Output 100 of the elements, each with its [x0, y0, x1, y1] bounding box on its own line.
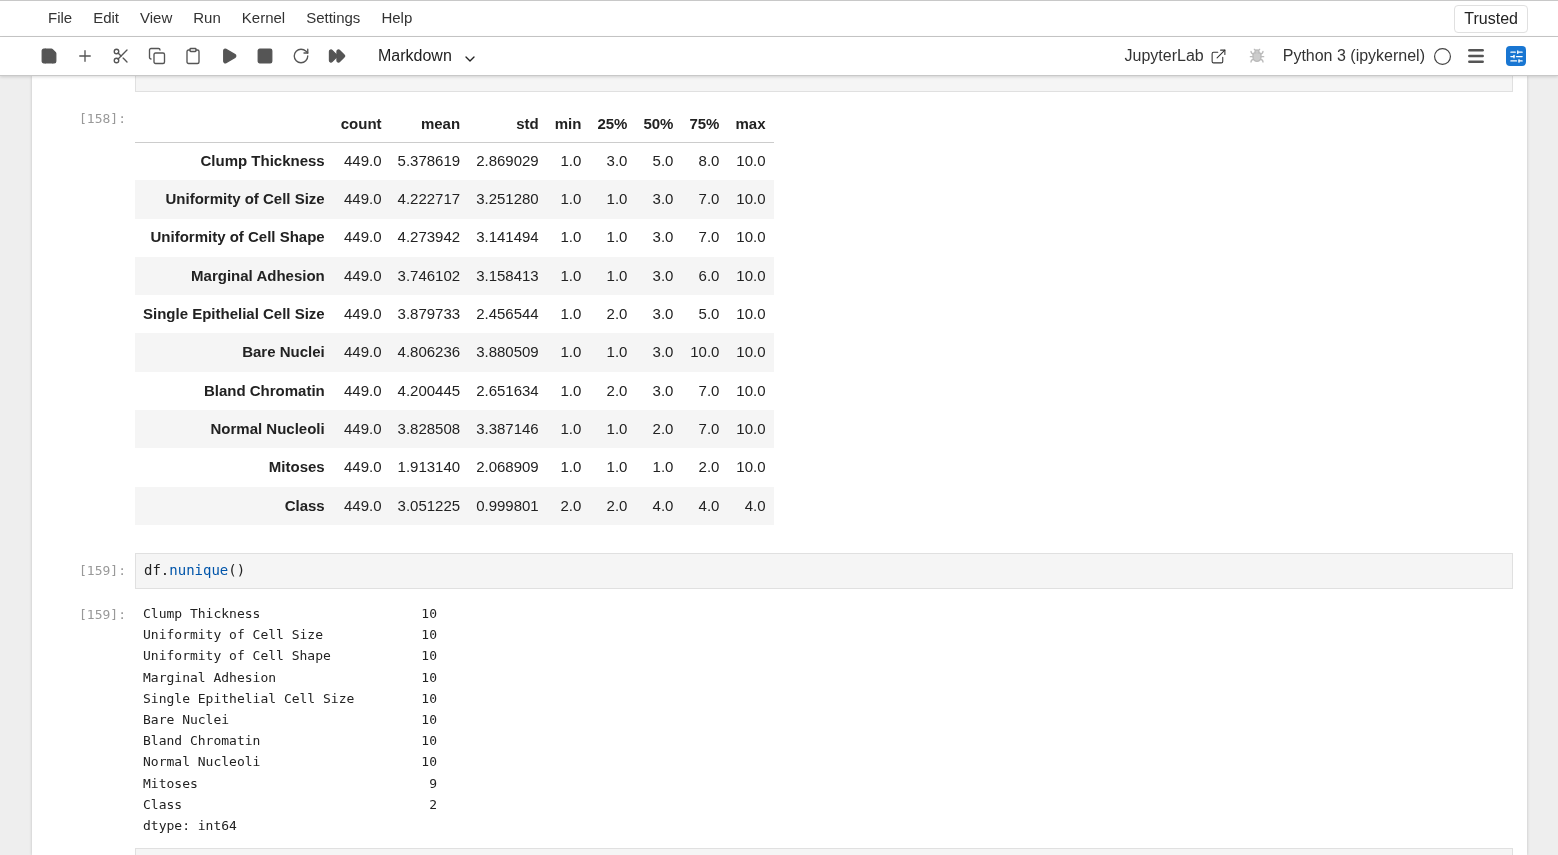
output-text: 10: [420, 711, 437, 729]
table-cell: 449.0: [332, 410, 390, 449]
table-cell: 2.0: [589, 371, 636, 411]
menu-item[interactable]: View: [140, 7, 173, 30]
table-cell: 3.0: [635, 333, 682, 372]
table-cell: 3.0: [635, 295, 682, 334]
table-cell: 7.0: [681, 218, 728, 257]
fast-forward-icon[interactable]: [328, 47, 346, 65]
menu-item[interactable]: File: [48, 7, 73, 30]
output-text: 10: [420, 689, 437, 708]
table-cell: 2.068909: [468, 448, 547, 487]
table-cell: 1.0: [546, 295, 590, 334]
menu-item[interactable]: Settings: [306, 7, 361, 30]
table-cell: 8.0: [681, 142, 728, 181]
save-icon[interactable]: [40, 47, 58, 65]
plus-icon[interactable]: [76, 47, 94, 65]
table-cell: 4.0: [681, 486, 728, 525]
row-header: Single Epithelial Cell Size: [135, 295, 333, 334]
external-link-icon: [1209, 47, 1227, 65]
table-cell: 3.0: [589, 142, 636, 181]
table-cell: 1.0: [546, 410, 590, 449]
code-cell-input[interactable]: [135, 76, 1513, 92]
stop-icon[interactable]: [256, 47, 274, 65]
output-prompt: [158]:: [78, 110, 127, 128]
column-header: count: [332, 106, 390, 142]
table-cell: 5.0: [635, 142, 682, 181]
table-cell: 7.0: [681, 180, 728, 219]
cut-icon[interactable]: [112, 47, 130, 65]
table-cell: 3.0: [635, 218, 682, 257]
table-cell: 1.0: [589, 256, 636, 296]
cell-type-dropdown[interactable]: Markdown: [378, 44, 478, 68]
table-cell: 449.0: [332, 218, 390, 257]
table-cell: 10.0: [727, 256, 774, 296]
table-cell: 3.141494: [468, 218, 547, 257]
trusted-button[interactable]: Trusted: [1454, 4, 1528, 33]
table-cell: 5.378619: [389, 142, 469, 181]
table-cell: 10.0: [681, 333, 728, 372]
table-cell: 449.0: [332, 486, 390, 525]
output-text: 10: [420, 626, 437, 645]
table-cell: 449.0: [332, 180, 390, 219]
menu-item[interactable]: Kernel: [241, 7, 286, 30]
table-cell: 3.158413: [468, 256, 547, 296]
output-text: 10: [420, 647, 437, 666]
table-cell: 2.0: [635, 410, 682, 449]
run-icon[interactable]: [220, 47, 238, 65]
table-cell: 1.0: [546, 256, 590, 296]
table-cell: 449.0: [332, 448, 390, 487]
code-line: df.nunique(): [144, 561, 246, 581]
row-header: Marginal Adhesion: [135, 256, 333, 296]
output-text: 10: [420, 668, 437, 687]
table-cell: 1.0: [589, 333, 636, 372]
menu-item[interactable]: Edit: [93, 7, 120, 30]
table-cell: 10.0: [727, 448, 774, 487]
row-header: Uniformity of Cell Size: [135, 180, 333, 219]
table-cell: 2.651634: [468, 371, 547, 411]
code-cell-input[interactable]: df.nunique(): [135, 552, 1513, 589]
table-cell: 2.0: [589, 486, 636, 525]
paste-icon[interactable]: [184, 47, 202, 65]
table-cell: 10.0: [727, 180, 774, 219]
output-text: dtype: int64: [143, 818, 237, 833]
menu-item[interactable]: Run: [193, 7, 221, 30]
output-text: Uniformity of Cell Shape: [143, 647, 332, 666]
output-text: Bare Nuclei: [143, 711, 231, 729]
table-cell: 3.746102: [389, 256, 469, 296]
output-text: Single Epithelial Cell Size: [143, 689, 356, 708]
property-inspector-icon[interactable]: [1506, 46, 1526, 66]
menu-item[interactable]: Help: [381, 7, 413, 30]
table-cell: 2.0: [681, 448, 728, 487]
table-cell: 3.251280: [468, 180, 547, 219]
row-header: Uniformity of Cell Shape: [135, 218, 333, 257]
output-text: 9: [428, 774, 437, 793]
menu-icon[interactable]: [1466, 46, 1486, 66]
table-cell: 3.051225: [389, 486, 469, 525]
table-cell: 1.0: [546, 371, 590, 411]
table-cell: 10.0: [727, 295, 774, 334]
table-cell: 1.0: [589, 218, 636, 257]
output-text: 10: [420, 732, 437, 751]
output-text: Bland Chromatin: [143, 732, 262, 751]
table-cell: 5.0: [681, 295, 728, 334]
table-cell: 449.0: [332, 142, 390, 181]
row-header: Bare Nuclei: [135, 333, 333, 372]
table-cell: 10.0: [727, 410, 774, 449]
table-cell: 1.0: [546, 448, 590, 487]
table-cell: 2.456544: [468, 295, 547, 334]
table-cell: 4.273942: [389, 218, 469, 257]
table-cell: 1.0: [546, 218, 590, 257]
restart-icon[interactable]: [292, 47, 310, 65]
table-cell: 10.0: [727, 333, 774, 372]
table-cell: 3.0: [635, 371, 682, 411]
copy-icon[interactable]: [148, 47, 166, 65]
open-in-link[interactable]: JupyterLab: [1124, 44, 1227, 68]
table-cell: 449.0: [332, 256, 390, 296]
kernel-status-icon: [1433, 46, 1452, 66]
table-cell: 1.0: [589, 448, 636, 487]
column-header: 50%: [635, 106, 682, 142]
output-text: 10: [420, 604, 437, 623]
table-cell: 1.0: [546, 180, 590, 219]
output-text: Clump Thickness: [143, 604, 262, 623]
kernel-name[interactable]: Python 3 (ipykernel): [1282, 44, 1425, 68]
row-header: Mitoses: [135, 448, 333, 487]
